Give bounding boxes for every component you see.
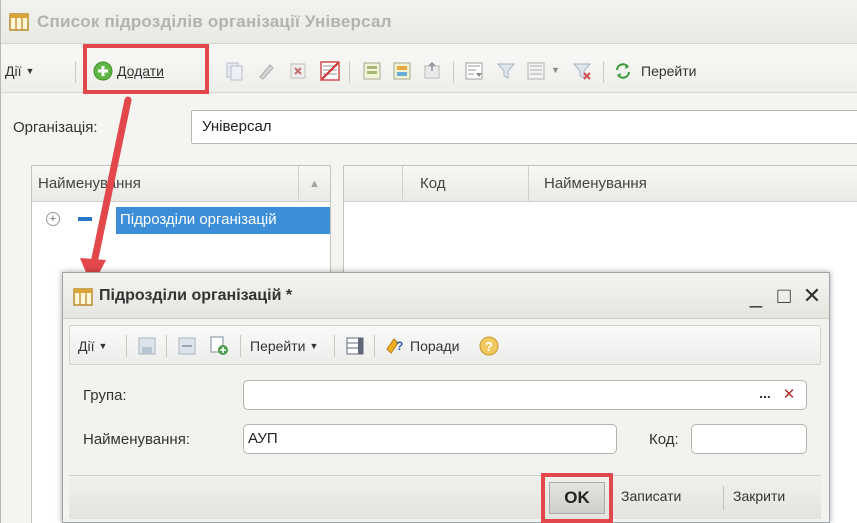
dialog-actions-menu-button[interactable]: Дії ▼ <box>78 326 107 366</box>
refresh-arrows-icon <box>616 63 630 79</box>
clear-group-icon[interactable]: ✕ <box>778 384 800 406</box>
mark-deletion-icon[interactable] <box>319 60 341 82</box>
group-field[interactable]: ... ✕ <box>243 380 807 410</box>
save-close-icon[interactable] <box>176 335 198 357</box>
clear-filter-icon[interactable] <box>571 60 593 82</box>
chevron-down-icon: ▼ <box>25 66 35 76</box>
structure-icon[interactable] <box>344 335 366 357</box>
column-header-code[interactable]: Код <box>420 175 446 192</box>
tips-label: Поради <box>410 338 460 354</box>
filter-dropdown-chevron-icon[interactable]: ▼ <box>551 65 560 75</box>
group-folder-icon <box>78 217 92 221</box>
organization-value: Універсал <box>202 118 272 135</box>
organization-field[interactable]: Універсал <box>191 110 857 144</box>
organization-label: Організація: <box>13 119 98 136</box>
actions-menu-label: Дії <box>5 63 22 79</box>
edit-pencil-icon[interactable] <box>255 60 277 82</box>
subdivision-dialog: Підрозділи організацій * _ □ ✕ Дії ▼ Пер… <box>62 272 830 523</box>
dialog-actions-label: Дії <box>78 338 95 354</box>
maximize-icon[interactable]: □ <box>771 281 797 311</box>
close-icon[interactable]: ✕ <box>799 281 825 311</box>
dialog-goto-label: Перейти <box>250 338 306 354</box>
tree-row[interactable]: + Підрозділи організацій <box>32 206 330 234</box>
name-field[interactable]: АУП <box>243 424 617 454</box>
filter-list-icon[interactable] <box>525 60 547 82</box>
svg-text:?: ? <box>485 339 493 354</box>
group-label: Група: <box>83 387 127 404</box>
delete-icon[interactable] <box>287 60 309 82</box>
main-toolbar: Дії ▼ Додати ▼ Перейти <box>1 44 857 94</box>
save-disk-icon[interactable] <box>136 335 158 357</box>
tips-button[interactable]: ? Поради <box>384 326 459 366</box>
move-to-group-icon[interactable] <box>391 60 413 82</box>
dialog-footer: OK Записати Закрити <box>69 473 821 523</box>
level-up-icon[interactable] <box>421 60 443 82</box>
column-header-name[interactable]: Найменування <box>544 175 647 192</box>
main-window-title: Список підрозділів організації Універсал <box>37 12 392 31</box>
chevron-down-icon: ▼ <box>98 341 108 351</box>
copy-icon[interactable] <box>223 60 245 82</box>
add-button-highlight <box>83 44 209 94</box>
main-title-bar: Список підрозділів організації Універсал <box>1 0 857 44</box>
goto-label: Перейти <box>641 63 697 79</box>
actions-menu-button[interactable]: Дії ▼ <box>5 49 34 93</box>
dialog-toolbar: Дії ▼ Перейти ▼ ? Поради ? <box>69 325 821 365</box>
goto-menu-button[interactable]: Перейти <box>613 49 696 93</box>
table-window-icon <box>73 288 93 306</box>
save-button[interactable]: Записати <box>621 488 681 504</box>
copy-document-icon[interactable] <box>208 335 230 357</box>
chevron-down-icon: ▼ <box>309 341 319 351</box>
table-window-icon <box>9 13 29 31</box>
filter-icon[interactable] <box>495 60 517 82</box>
help-icon[interactable]: ? <box>478 335 500 357</box>
tree-header-label: Найменування <box>38 175 141 192</box>
ok-button-highlight <box>541 473 613 523</box>
dialog-title: Підрозділи організацій * <box>99 287 293 304</box>
tree-node-label[interactable]: Підрозділи організацій <box>116 207 330 234</box>
name-value: АУП <box>248 430 278 447</box>
organization-row: Організація: Універсал <box>1 110 857 146</box>
svg-text:?: ? <box>396 339 403 353</box>
filter-settings-icon[interactable] <box>463 60 485 82</box>
hierarchy-icon[interactable] <box>361 60 383 82</box>
name-label: Найменування: <box>83 431 190 448</box>
tree-header[interactable]: Найменування ▲ <box>32 166 330 202</box>
tips-lightbulb-icon: ? <box>386 338 403 354</box>
dialog-goto-menu-button[interactable]: Перейти ▼ <box>250 326 318 366</box>
code-field[interactable] <box>691 424 807 454</box>
dialog-title-bar: Підрозділи організацій * _ □ ✕ <box>63 273 829 319</box>
expand-plus-icon[interactable]: + <box>46 212 60 226</box>
code-label: Код: <box>649 431 679 448</box>
select-group-button[interactable]: ... <box>754 384 776 406</box>
list-header: Код Найменування <box>344 166 857 202</box>
minimize-icon[interactable]: _ <box>743 281 769 311</box>
close-button[interactable]: Закрити <box>733 488 785 504</box>
sort-up-icon[interactable]: ▲ <box>298 166 330 202</box>
